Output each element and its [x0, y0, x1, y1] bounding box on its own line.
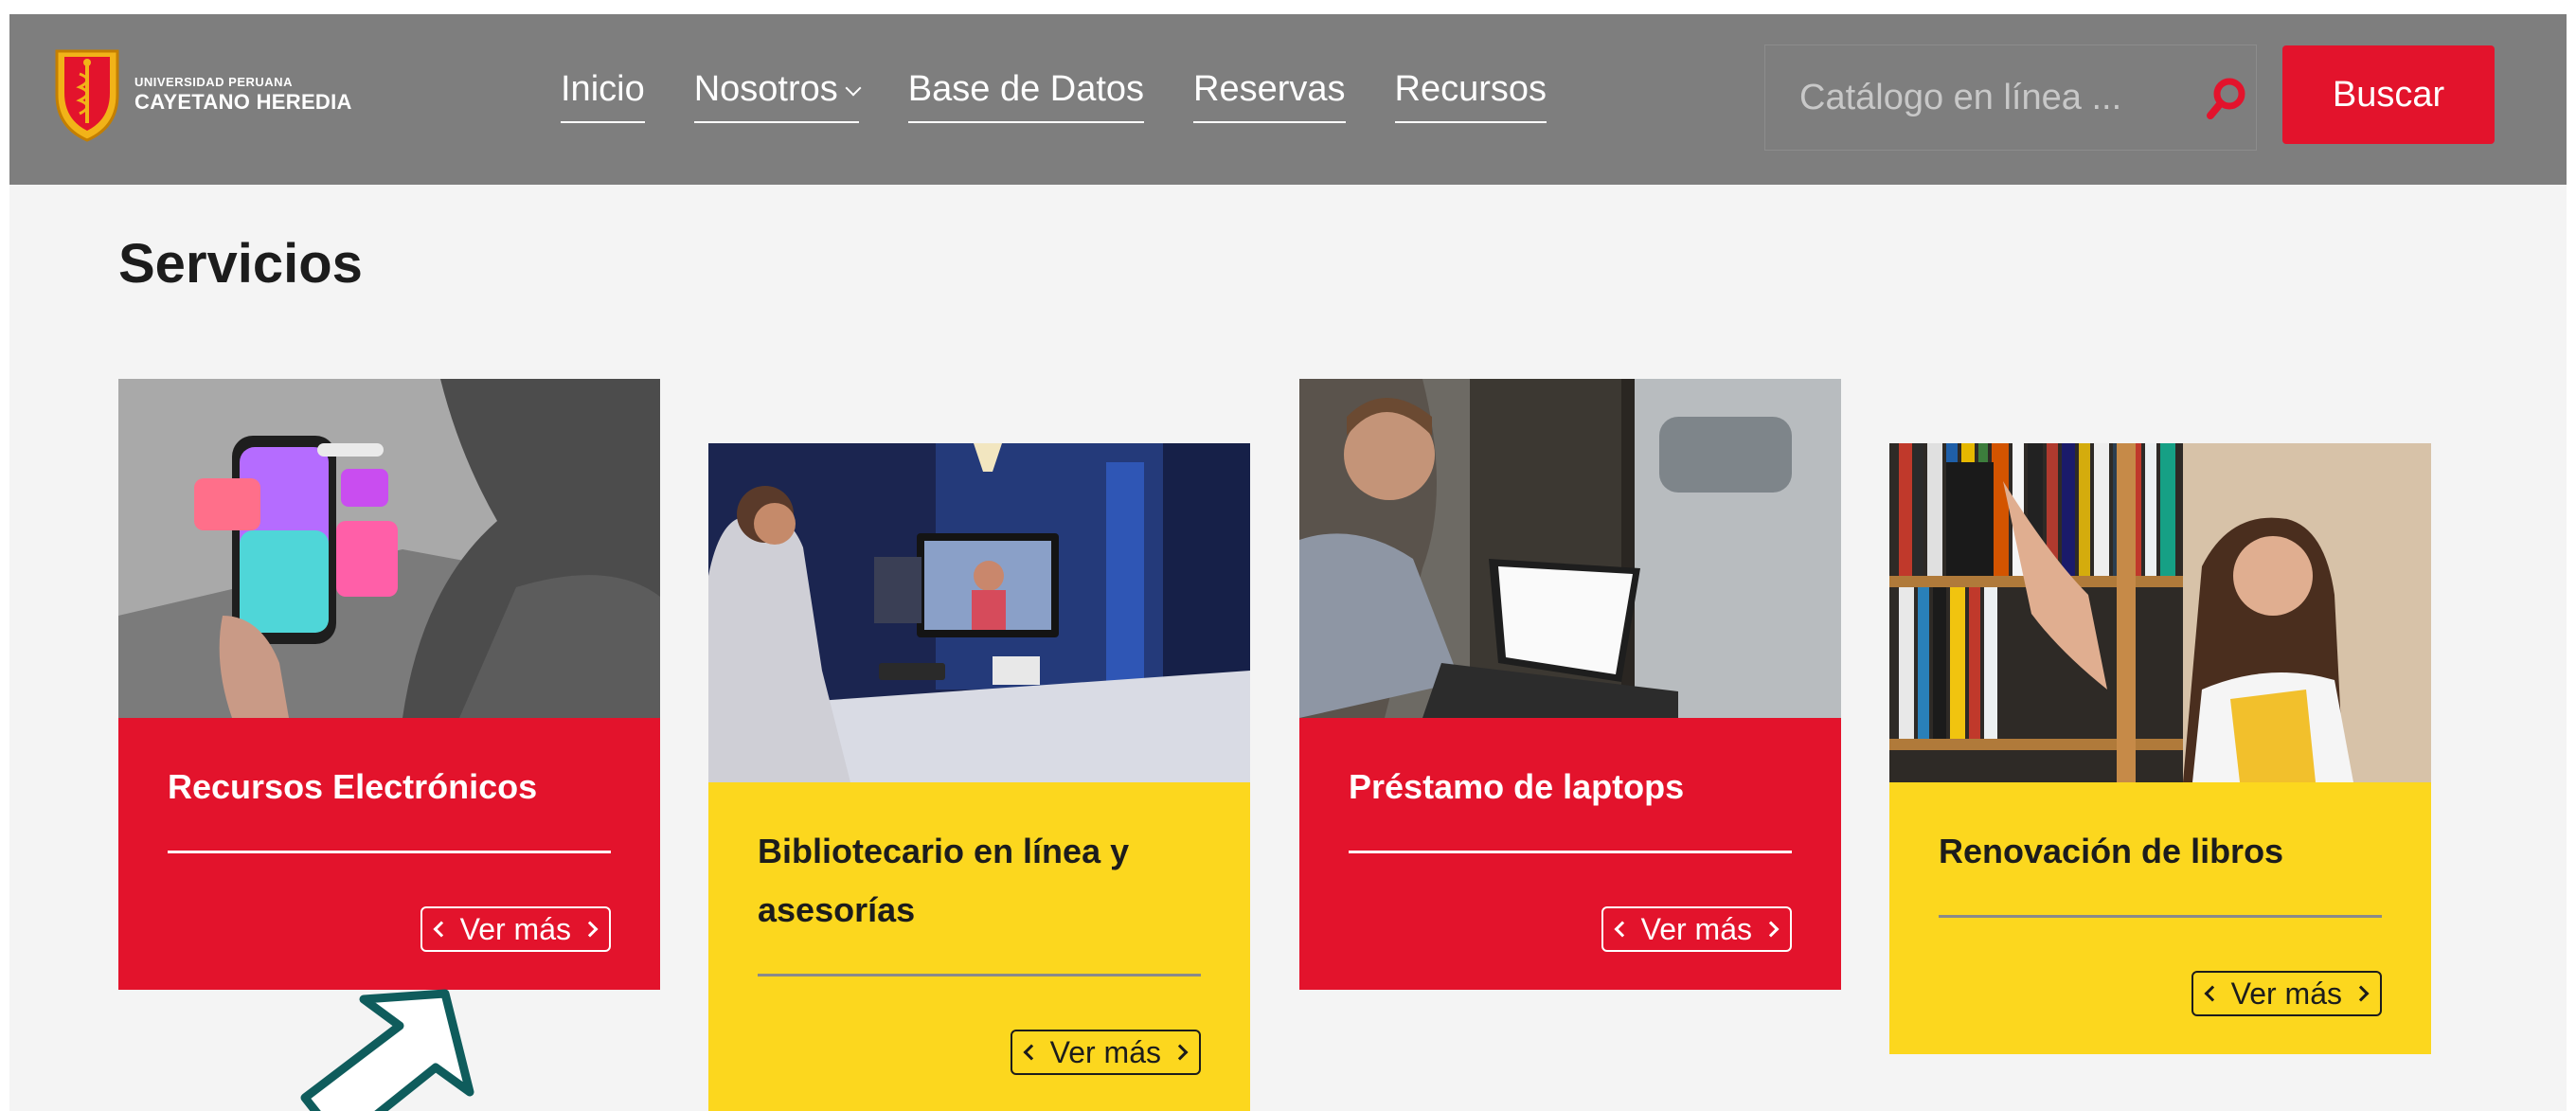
university-logo[interactable]: UNIVERSIDAD PERUANA CAYETANO HEREDIA: [51, 45, 352, 144]
university-crest-icon: [55, 49, 119, 142]
site-header: UNIVERSIDAD PERUANA CAYETANO HEREDIA Ini…: [9, 14, 2567, 185]
chevron-left-icon: [433, 921, 450, 938]
card-title: Recursos Electrónicos: [168, 767, 538, 806]
nav-item-inicio[interactable]: Inicio: [561, 69, 645, 123]
search-button[interactable]: Buscar: [2282, 45, 2495, 144]
pointer-arrow-icon: [300, 989, 474, 1111]
nav-item-reservas[interactable]: Reservas: [1193, 69, 1346, 123]
section-title: Servicios: [118, 233, 363, 295]
main-nav: Inicio Nosotros Base de Datos Reservas R…: [561, 69, 1547, 123]
chevron-left-icon: [1614, 921, 1631, 938]
ver-mas-label: Ver más: [1640, 911, 1752, 946]
chevron-right-icon: [581, 921, 599, 938]
ver-mas-button[interactable]: Ver más: [1010, 1030, 1201, 1075]
service-card-prestamo-de-laptops[interactable]: Préstamo de laptops Ver más: [1299, 379, 1841, 990]
ver-mas-button[interactable]: Ver más: [420, 906, 611, 952]
nav-item-nosotros[interactable]: Nosotros: [693, 69, 862, 123]
chevron-right-icon: [1172, 1044, 1189, 1061]
logo-top-text: UNIVERSIDAD PERUANA: [134, 75, 293, 89]
nav-item-recursos[interactable]: Recursos: [1394, 69, 1547, 123]
ver-mas-label: Ver más: [459, 911, 571, 946]
logo-main-text: CAYETANO HEREDIA: [134, 90, 352, 114]
chevron-left-icon: [2204, 985, 2221, 1002]
ver-mas-button[interactable]: Ver más: [1601, 906, 1792, 952]
card-title: Bibliotecario en línea y asesorías: [758, 832, 1130, 929]
card-title: Préstamo de laptops: [1349, 767, 1685, 806]
service-card-renovacion-de-libros[interactable]: Renovación de libros Ver más: [1889, 443, 2431, 1054]
card-image-phone-apps: [118, 379, 660, 718]
catalog-search-box: [1764, 45, 2257, 151]
chevron-left-icon: [1023, 1044, 1040, 1061]
chevron-right-icon: [2352, 985, 2370, 1002]
service-card-bibliotecario-en-linea[interactable]: Bibliotecario en línea y asesorías Ver m…: [708, 443, 1250, 1111]
nav-item-nosotros-label: Nosotros: [693, 69, 838, 109]
chevron-right-icon: [1762, 921, 1780, 938]
card-title: Renovación de libros: [1939, 832, 2284, 870]
card-image-laptop-student: [1299, 379, 1841, 718]
nav-item-base-de-datos[interactable]: Base de Datos: [907, 69, 1145, 123]
card-image-video-call: [708, 443, 1250, 782]
card-image-bookshelf: [1889, 443, 2431, 782]
ver-mas-button[interactable]: Ver más: [2191, 971, 2382, 1016]
service-card-recursos-electronicos[interactable]: Recursos Electrónicos Ver más: [118, 379, 660, 990]
catalog-search-input[interactable]: [1765, 77, 2144, 118]
chevron-down-icon: [845, 80, 862, 96]
search-icon[interactable]: [2203, 74, 2250, 121]
ver-mas-label: Ver más: [2230, 976, 2342, 1011]
ver-mas-label: Ver más: [1049, 1034, 1161, 1069]
page-frame: UNIVERSIDAD PERUANA CAYETANO HEREDIA Ini…: [9, 14, 2567, 1111]
